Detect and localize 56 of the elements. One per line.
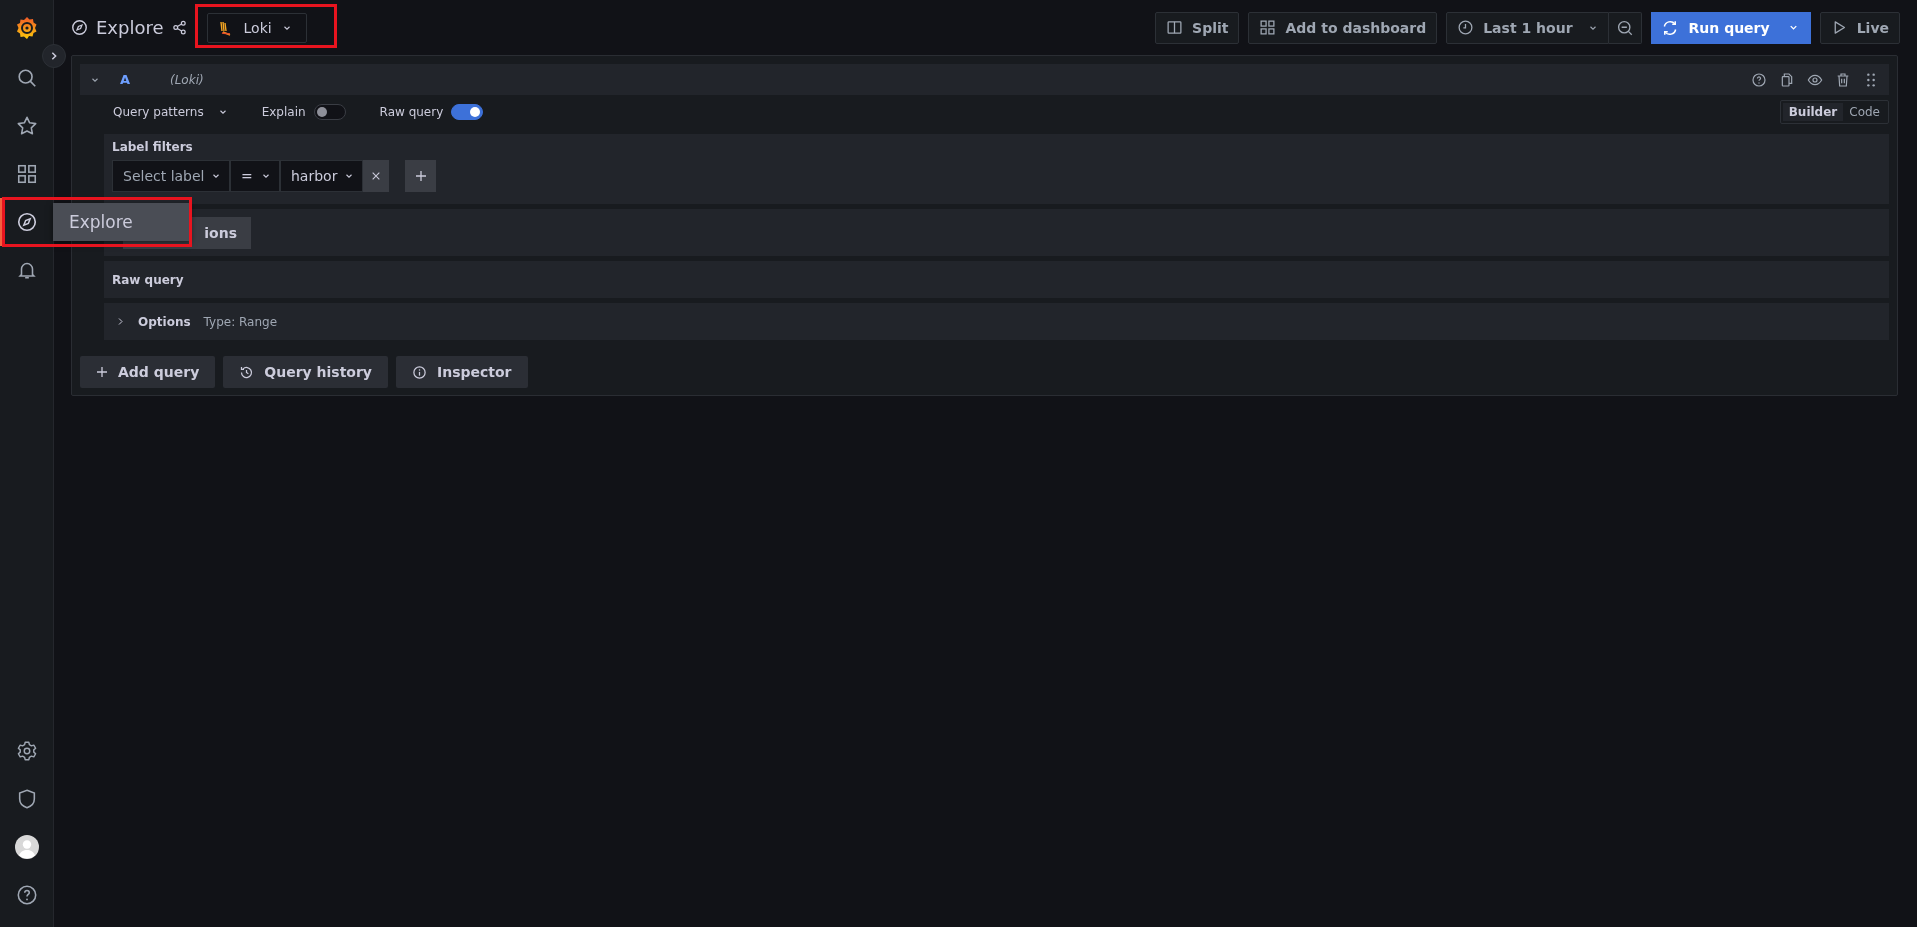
query-history-button[interactable]: Query history (223, 356, 388, 388)
copy-icon[interactable] (1779, 71, 1795, 88)
mode-tab[interactable]: Builder (1782, 103, 1844, 121)
add-to-dashboard-button[interactable]: Add to dashboard (1248, 11, 1438, 44)
expand-button[interactable] (42, 44, 66, 68)
chevron-icon (49, 51, 59, 61)
query-datasource: (Loki) (170, 72, 204, 87)
mode-tab[interactable]: Code (1843, 103, 1886, 121)
clock-icon (1457, 19, 1475, 36)
explain-toggle[interactable] (313, 104, 346, 120)
run-query-button[interactable]: Run query (1650, 11, 1784, 44)
compass-icon (15, 211, 38, 233)
value-select[interactable]: harbor (280, 160, 363, 192)
share-icon[interactable] (171, 20, 187, 35)
split-button[interactable]: Split (1155, 11, 1240, 44)
close-icon (371, 171, 381, 181)
plus-icon (96, 366, 108, 378)
columns-icon (1166, 19, 1184, 36)
help-icon (15, 884, 38, 906)
star-icon (15, 115, 38, 137)
logo-icon[interactable] (14, 16, 39, 40)
nav-tooltip: Explore (53, 203, 191, 241)
plus-icon (414, 170, 427, 182)
info-icon (412, 364, 427, 380)
grid-icon (15, 163, 38, 185)
options-summary: Type: Range (203, 314, 278, 329)
query-patterns-dropdown[interactable]: Query patterns (113, 105, 228, 119)
help-icon[interactable] (1751, 71, 1767, 88)
expand-icon[interactable] (116, 317, 125, 326)
section-title: Label filters (112, 140, 194, 154)
explain-label: Explain (261, 105, 306, 119)
inspector-button[interactable]: Inspector (396, 356, 528, 388)
options-section[interactable]: Options Type: Range (104, 303, 1889, 340)
raw-query-toggle[interactable] (451, 104, 484, 120)
add-query-button[interactable]: Add query (80, 356, 216, 388)
operator-select[interactable]: = (230, 160, 280, 192)
label-select[interactable]: Select label (112, 160, 230, 192)
live-button[interactable]: Live (1819, 11, 1900, 44)
page-title: Explore (96, 17, 164, 38)
query-ref[interactable]: A (120, 72, 170, 87)
search-icon (15, 67, 38, 89)
raw-query-label: Raw query (379, 105, 444, 119)
gear-icon (15, 740, 38, 762)
run-options-dropdown[interactable] (1783, 11, 1811, 44)
trash-icon[interactable] (1835, 71, 1851, 88)
avatar-icon (14, 835, 39, 859)
compass-icon (71, 19, 88, 36)
history-icon (239, 364, 255, 380)
options-title: Options (138, 314, 191, 329)
time-range-picker[interactable]: Last 1 hour (1446, 11, 1609, 44)
section-title: Raw query (112, 272, 184, 287)
zoom-out-icon (1615, 18, 1634, 37)
grid-icon (1259, 19, 1277, 36)
add-filter-button[interactable] (405, 160, 436, 192)
datasource-picker[interactable]: Loki (206, 12, 307, 43)
zoom-out-button[interactable] (1608, 11, 1642, 44)
